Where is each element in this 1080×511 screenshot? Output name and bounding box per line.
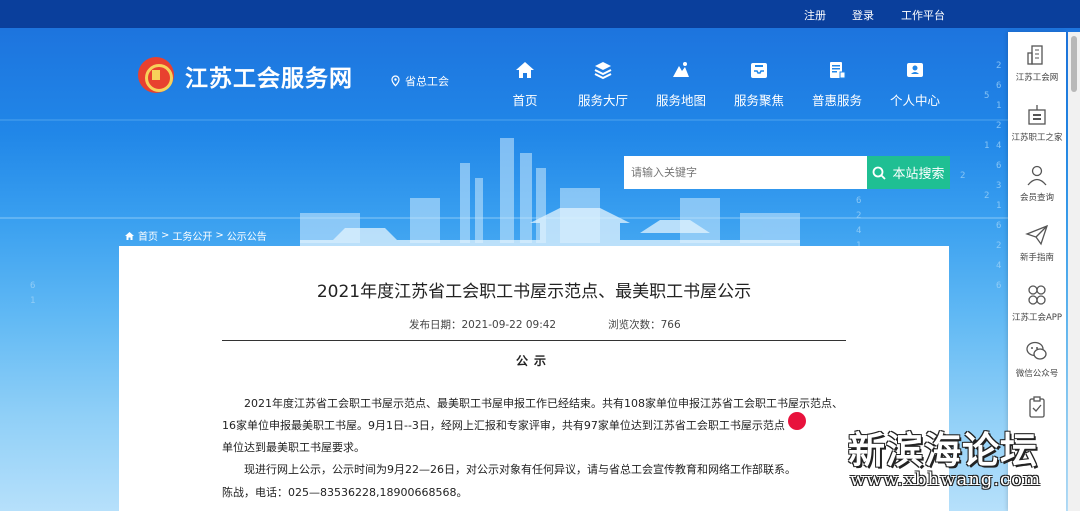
workbench-link[interactable]: 工作平台 [901,7,945,23]
search-input[interactable] [624,156,867,189]
watermark-logo-dot [788,412,806,430]
top-bar: 注册 登录 工作平台 [0,0,1080,28]
watermark-brand: 新滨海论坛 [848,429,1038,472]
paper-plane-icon [1025,224,1049,246]
article-line: 16家单位申报最美职工书屋。9月1日--3日，经网上汇报和专家评审，共有97家单… [222,419,785,432]
sidebar-item-workers-home[interactable]: 江苏职工之家 [1008,104,1066,143]
map-icon [673,62,689,77]
title-divider [222,340,846,341]
home-icon [516,62,534,78]
article-line: 2021年度江苏省工会职工书屋示范点、最美职工书屋申报工作已经结束。共有108家… [222,397,843,410]
union-logo[interactable] [138,57,174,93]
breadcrumb-current[interactable]: 公示公告 [227,228,267,243]
nav-label: 服务大厅 [577,93,628,108]
svg-text:5: 5 [984,91,989,101]
register-link[interactable]: 注册 [804,7,826,23]
article-line: 现进行网上公示，公示时间为9月22—26日，对公示对象有任何异议，请与省总工会宣… [222,463,796,476]
nav-benefit-service[interactable]: 普惠服务 [799,60,875,109]
svg-text:2: 2 [960,171,965,181]
location-pin-icon [391,75,400,87]
nav-label: 服务聚焦 [733,93,784,108]
svg-text:6: 6 [996,81,1001,91]
svg-text:1: 1 [984,141,989,151]
sidebar-item-member-query[interactable]: 会员查询 [1008,164,1066,203]
svg-text:2: 2 [996,121,1001,131]
search-button-label: 本站搜索 [892,167,945,182]
sidebar-item-wechat[interactable]: 微信公众号 [1008,340,1066,379]
building-icon [1027,45,1043,65]
svg-text:2: 2 [996,61,1001,71]
nav-personal-center[interactable]: 个人中心 [877,60,953,109]
breadcrumb-separator: > [161,230,170,241]
site-title[interactable]: 江苏工会服务网 [185,59,353,93]
publish-date: 发布日期：2021-09-22 09:42 [409,319,557,331]
location-indicator[interactable]: 省总工会 [390,73,449,89]
wechat-icon [1026,341,1047,360]
search-button[interactable]: 本站搜索 [867,156,950,189]
view-count: 浏览次数：766 [608,319,681,331]
svg-text:3: 3 [996,181,1001,191]
svg-text:2: 2 [856,211,861,221]
layers-icon [594,62,612,80]
sidebar-item-label: 新手指南 [1019,253,1054,263]
app-grid-icon [1028,285,1046,305]
svg-text:1: 1 [30,296,35,306]
svg-text:2: 2 [984,191,989,201]
login-link[interactable]: 登录 [852,7,874,23]
search-icon [873,166,887,180]
sidebar-item-label: 江苏职工之家 [1011,133,1063,143]
nav-home[interactable]: 首页 [487,60,563,109]
svg-text:6: 6 [30,281,35,291]
house-card-icon [1028,105,1046,125]
notice-heading: 公示 [515,354,552,368]
svg-text:1: 1 [996,101,1001,111]
nav-service-map[interactable]: 服务地图 [643,60,719,109]
location-label: 省总工会 [405,75,449,88]
page-scrollbar[interactable] [1068,32,1080,511]
breadcrumb-section[interactable]: 工务公开 [172,228,212,243]
members-icon [1027,165,1047,186]
svg-text:6: 6 [856,196,861,206]
article-line: 单位达到最美职工书屋要求。 [222,441,365,454]
nav-label: 普惠服务 [811,93,862,108]
user-card-icon [907,63,923,77]
watermark-url: www.xbhwang.com [850,469,1042,490]
sidebar-item-clipboard[interactable] [1008,396,1066,423]
nav-label: 服务地图 [655,93,706,108]
article-meta: 发布日期：2021-09-22 09:42 浏览次数：766 [409,317,681,332]
svg-text:6: 6 [996,161,1001,171]
nav-service-focus[interactable]: 服务聚焦 [721,60,797,109]
svg-text:4: 4 [856,226,861,236]
nav-label: 首页 [512,93,538,108]
sidebar-item-beginner-guide[interactable]: 新手指南 [1008,224,1066,263]
home-icon [125,231,134,240]
inbox-icon [751,63,767,78]
scrollbar-thumb[interactable] [1071,36,1077,92]
article-line: 陈战，电话：025—83536228,18900668568。 [222,486,468,499]
sidebar-item-label: 会员查询 [1019,193,1054,203]
svg-text:6: 6 [996,281,1001,291]
breadcrumb-home[interactable]: 首页 [138,228,158,243]
svg-text:2: 2 [996,241,1001,251]
breadcrumb: 首页 > 工务公开 > 公示公告 [124,228,267,243]
clipboard-check-icon [1029,396,1045,418]
article-title: 2021年度江苏省工会职工书屋示范点、最美职工书屋公示 [316,282,752,302]
svg-text:4: 4 [996,141,1001,151]
document-icon [830,62,846,79]
sidebar-item-label: 微信公众号 [1015,369,1059,379]
sidebar-item-label: 江苏工会APP [1011,313,1063,323]
article-card: 2021年度江苏省工会职工书屋示范点、最美职工书屋公示 发布日期：2021-09… [119,246,949,511]
nav-service-hall[interactable]: 服务大厅 [565,60,641,109]
breadcrumb-separator: > [215,230,224,241]
svg-text:4: 4 [996,261,1001,271]
sidebar-item-union-app[interactable]: 江苏工会APP [1008,284,1066,323]
sidebar-item-label: 江苏工会网 [1015,73,1059,83]
svg-text:6: 6 [996,221,1001,231]
sidebar-item-jiangsu-union[interactable]: 江苏工会网 [1008,44,1066,83]
svg-text:1: 1 [996,201,1001,211]
nav-label: 个人中心 [889,93,940,108]
